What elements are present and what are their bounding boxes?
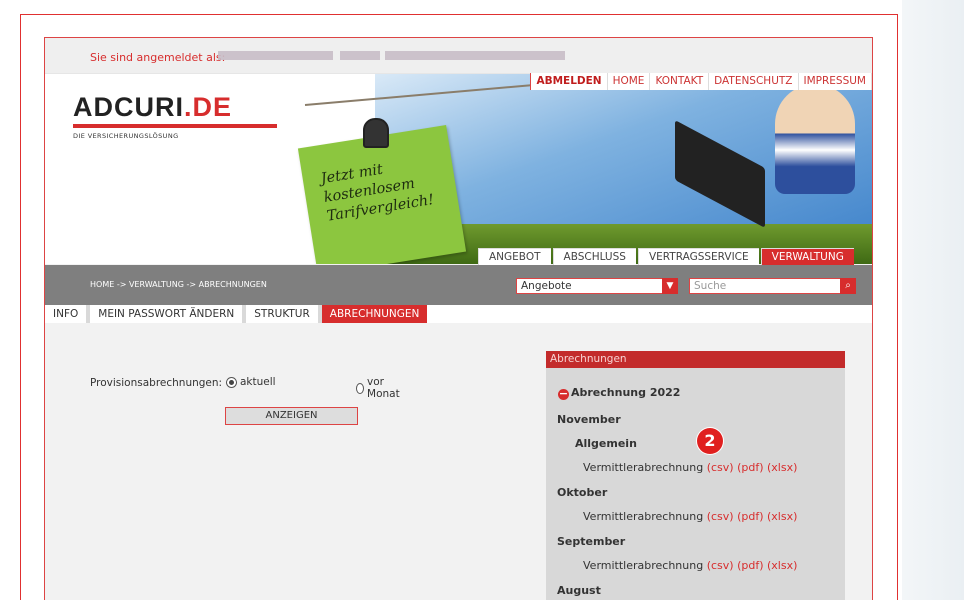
- abrechnungen-panel: Abrechnungen − Abrechnung 2022 November A…: [546, 351, 845, 600]
- chevron-down-icon[interactable]: ▼: [662, 278, 678, 294]
- binder-clip-icon: [363, 118, 389, 148]
- section-allgemein: Allgemein: [575, 437, 637, 450]
- csv-link[interactable]: (csv): [707, 461, 734, 474]
- breadcrumb: HOME -> VERWALTUNG -> ABRECHNUNGEN: [90, 280, 267, 289]
- radio-unchecked-icon: [356, 382, 365, 394]
- subtab-passwort[interactable]: MEIN PASSWORT ÄNDERN: [90, 305, 247, 323]
- redacted-username: [385, 51, 565, 60]
- login-bar: Sie sind angemeldet als:: [45, 38, 872, 74]
- doc-row: Vermittlerabrechnung (csv) (pdf) (xlsx): [583, 510, 797, 523]
- logo-tld: .DE: [184, 92, 233, 122]
- radio-vor-monat[interactable]: vor Monat: [356, 376, 403, 400]
- csv-link[interactable]: (csv): [707, 510, 734, 523]
- top-navigation: ABMELDEN HOME KONTAKT DATENSCHUTZ IMPRES…: [530, 73, 872, 90]
- month-oktober: Oktober: [557, 486, 608, 499]
- breadcrumb-bar: HOME -> VERWALTUNG -> ABRECHNUNGEN Angeb…: [45, 265, 872, 305]
- nav-impressum[interactable]: IMPRESSUM: [799, 73, 872, 90]
- anzeigen-button[interactable]: ANZEIGEN: [225, 407, 358, 425]
- xlsx-link[interactable]: (xlsx): [767, 461, 797, 474]
- logo-tagline: DIE VERSICHERUNGSLÖSUNG: [73, 132, 179, 140]
- logo-main: ADCURI: [73, 92, 184, 122]
- csv-link[interactable]: (csv): [707, 559, 734, 572]
- tab-vertragsservice[interactable]: VERTRAGSSERVICE: [637, 248, 759, 265]
- month-august: August: [557, 584, 601, 597]
- logo-underline: [73, 124, 277, 128]
- tab-abschluss[interactable]: ABSCHLUSS: [552, 248, 636, 265]
- radio-checked-icon: [226, 376, 237, 388]
- main-navigation: ANGEBOT ABSCHLUSS VERTRAGSSERVICE VERWAL…: [478, 248, 856, 265]
- promo-text: Jetzt mit kostenlosem Tarifvergleich!: [319, 161, 436, 225]
- child-image: [775, 84, 855, 194]
- category-select-value: Angebote: [521, 280, 572, 292]
- subtab-struktur[interactable]: STRUKTUR: [246, 305, 322, 323]
- doc-row: Vermittlerabrechnung (csv) (pdf) (xlsx): [583, 559, 797, 572]
- radio-vor-monat-label: vor Monat: [367, 376, 400, 400]
- pdf-link[interactable]: (pdf): [737, 559, 763, 572]
- hero-banner: ADCURI.DE DIE VERSICHERUNGSLÖSUNG Jetzt …: [45, 74, 872, 264]
- nav-abmelden[interactable]: ABMELDEN: [531, 73, 608, 90]
- xlsx-link[interactable]: (xlsx): [767, 559, 797, 572]
- year-label: Abrechnung 2022: [571, 386, 681, 399]
- provision-label: Provisionsabrechnungen:: [90, 377, 223, 389]
- tab-verwaltung[interactable]: VERWALTUNG: [760, 248, 854, 265]
- tab-angebot[interactable]: ANGEBOT: [478, 248, 551, 265]
- month-september: September: [557, 535, 626, 548]
- radio-aktuell[interactable]: aktuell: [226, 376, 276, 388]
- redacted-username: [340, 51, 380, 60]
- site-logo[interactable]: ADCURI.DE: [73, 92, 232, 123]
- subtab-abrechnungen[interactable]: ABRECHNUNGEN: [321, 305, 428, 323]
- xlsx-link[interactable]: (xlsx): [767, 510, 797, 523]
- page-background: [902, 0, 964, 600]
- radio-aktuell-label: aktuell: [240, 376, 276, 388]
- search-icon[interactable]: ⌕: [840, 278, 856, 294]
- pdf-link[interactable]: (pdf): [737, 461, 763, 474]
- login-label: Sie sind angemeldet als:: [90, 51, 226, 64]
- nav-datenschutz[interactable]: DATENSCHUTZ: [709, 73, 799, 90]
- pdf-link[interactable]: (pdf): [737, 510, 763, 523]
- category-select[interactable]: Angebote ▼: [516, 278, 678, 294]
- month-november: November: [557, 413, 621, 426]
- doc-label: Vermittlerabrechnung: [583, 461, 704, 474]
- search-placeholder: Suche: [694, 280, 727, 292]
- panel-title: Abrechnungen: [546, 351, 845, 368]
- doc-label: Vermittlerabrechnung: [583, 559, 704, 572]
- nav-kontakt[interactable]: KONTAKT: [650, 73, 710, 90]
- subtab-info[interactable]: INFO: [45, 305, 91, 323]
- step-badge: 2: [697, 428, 723, 454]
- redacted-username: [218, 51, 333, 60]
- doc-row: Vermittlerabrechnung (csv) (pdf) (xlsx): [583, 461, 797, 474]
- collapse-icon: −: [558, 387, 569, 400]
- sub-navigation: INFO MEIN PASSWORT ÄNDERN STRUKTUR ABREC…: [45, 305, 872, 323]
- doc-label: Vermittlerabrechnung: [583, 510, 704, 523]
- search-input[interactable]: Suche ⌕: [689, 278, 856, 294]
- year-toggle[interactable]: − Abrechnung 2022: [558, 386, 680, 400]
- nav-home[interactable]: HOME: [608, 73, 651, 90]
